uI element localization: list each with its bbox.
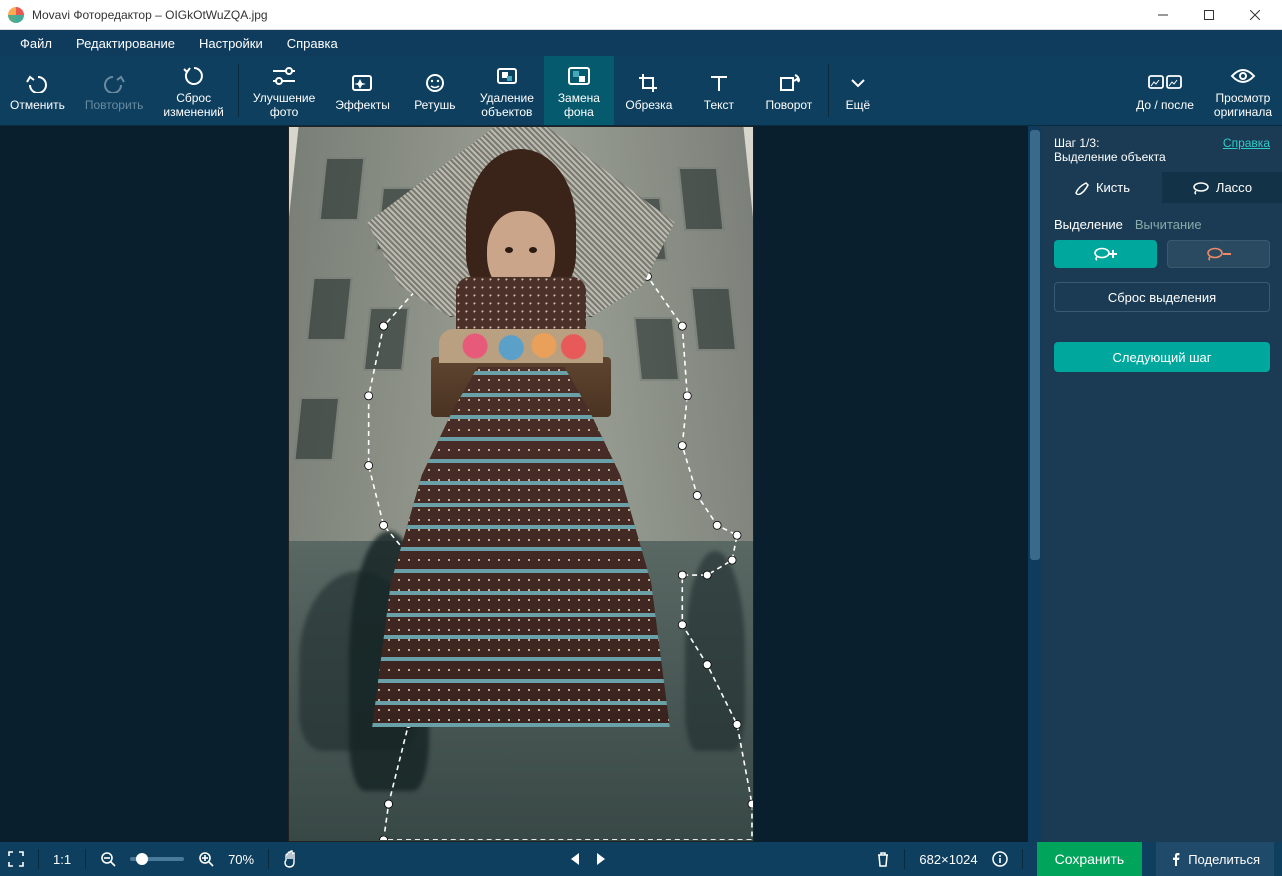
undo-button[interactable]: Отменить [0,56,75,125]
remove-objects-button[interactable]: Удаление объектов [470,56,544,125]
sliders-icon [271,62,297,90]
view-original-button[interactable]: Просмотр оригинала [1204,56,1282,125]
sparkle-icon [350,69,376,97]
separator [238,64,239,117]
crop-button[interactable]: Обрезка [614,56,684,125]
photo-preview [288,126,754,842]
reset-icon [182,62,206,90]
subtab-selection[interactable]: Выделение [1054,217,1123,232]
crop-icon [637,69,661,97]
eye-icon [1230,62,1256,90]
menu-settings[interactable]: Настройки [187,32,275,55]
lasso-add-button[interactable] [1054,240,1157,268]
fullscreen-button[interactable] [8,851,24,867]
redo-icon [101,69,127,97]
dimensions-label: 682×1024 [919,852,977,867]
next-button[interactable] [595,852,607,866]
compare-icon [1148,69,1182,97]
redo-button[interactable]: Повторить [75,56,154,125]
zoom-slider[interactable] [130,857,184,861]
face-icon [423,69,447,97]
menubar: Файл Редактирование Настройки Справка [0,30,1282,56]
lasso-subtract-button[interactable] [1167,240,1270,268]
rotate-icon [777,69,801,97]
step-label: Шаг 1/3:Выделение объекта [1054,136,1166,164]
window-title: Movavi Фоторедактор – OIGkOtWuZQA.jpg [32,8,1140,22]
facebook-icon [1170,852,1182,866]
prev-button[interactable] [569,852,581,866]
titlebar: Movavi Фоторедактор – OIGkOtWuZQA.jpg [0,0,1282,30]
more-button[interactable]: Ещё [833,56,883,125]
fit-button[interactable]: 1:1 [53,852,71,867]
subtab-subtraction[interactable]: Вычитание [1135,217,1202,232]
minimize-button[interactable] [1140,0,1186,30]
info-button[interactable] [992,851,1008,867]
erase-icon [494,62,520,90]
help-link[interactable]: Справка [1223,136,1270,164]
main-area: Шаг 1/3:Выделение объекта Справка Кисть … [0,126,1282,842]
text-icon [708,69,730,97]
lasso-plus-icon [1092,246,1120,262]
menu-file[interactable]: Файл [8,32,64,55]
side-panel: Шаг 1/3:Выделение объекта Справка Кисть … [1042,126,1282,842]
text-button[interactable]: Текст [684,56,754,125]
brush-icon [1074,181,1090,195]
before-after-button[interactable]: До / после [1126,56,1204,125]
maximize-button[interactable] [1186,0,1232,30]
statusbar: 1:1 70% 682×1024 Сохранить Поделиться [0,842,1282,876]
tab-brush[interactable]: Кисть [1042,172,1162,203]
toolbar: Отменить Повторить Сброс изменений Улучш… [0,56,1282,126]
tab-lasso[interactable]: Лассо [1162,172,1282,203]
enhance-button[interactable]: Улучшение фото [243,56,325,125]
menu-help[interactable]: Справка [275,32,350,55]
canvas[interactable] [0,126,1042,842]
retouch-button[interactable]: Ретушь [400,56,470,125]
undo-icon [24,69,50,97]
reset-button[interactable]: Сброс изменений [153,56,233,125]
app-logo-icon [8,7,24,23]
rotate-button[interactable]: Поворот [754,56,824,125]
separator [828,64,829,117]
reset-selection-button[interactable]: Сброс выделения [1054,282,1270,312]
zoom-in-button[interactable] [198,851,214,867]
delete-button[interactable] [876,851,890,867]
zoom-out-button[interactable] [100,851,116,867]
close-button[interactable] [1232,0,1278,30]
menu-edit[interactable]: Редактирование [64,32,187,55]
save-button[interactable]: Сохранить [1037,842,1143,876]
lasso-minus-icon [1205,246,1233,262]
hand-tool-button[interactable] [283,850,299,868]
vertical-scrollbar[interactable] [1028,126,1042,842]
chevron-down-icon [850,69,866,97]
share-button[interactable]: Поделиться [1156,842,1274,876]
effects-button[interactable]: Эффекты [325,56,400,125]
background-replace-button[interactable]: Замена фона [544,56,614,125]
lasso-icon [1192,181,1210,195]
zoom-value: 70% [228,852,254,867]
bg-replace-icon [566,62,592,90]
next-step-button[interactable]: Следующий шаг [1054,342,1270,372]
